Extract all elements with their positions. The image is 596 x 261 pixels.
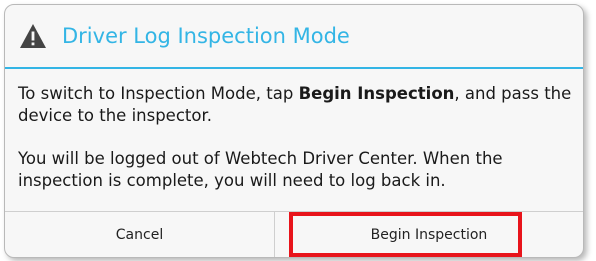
warning-triangle-icon [19,23,47,49]
title-divider [5,67,583,69]
message1-bold: Begin Inspection [298,84,455,103]
message-paragraph-1: To switch to Inspection Mode, tap Begin … [18,83,578,127]
dialog-title: Driver Log Inspection Mode [62,24,350,48]
screenshot-frame: Driver Log Inspection Mode To switch to … [0,0,596,261]
message-paragraph-2: You will be logged out of Webtech Driver… [18,149,503,190]
message1-prefix: To switch to Inspection Mode, tap [18,84,299,103]
inspection-mode-dialog: Driver Log Inspection Mode To switch to … [4,4,584,258]
dialog-message: To switch to Inspection Mode, tap Begin … [18,83,578,192]
dialog-titlebar: Driver Log Inspection Mode [5,5,583,67]
begin-inspection-button[interactable]: Begin Inspection [275,212,583,257]
cancel-button[interactable]: Cancel [5,212,274,257]
